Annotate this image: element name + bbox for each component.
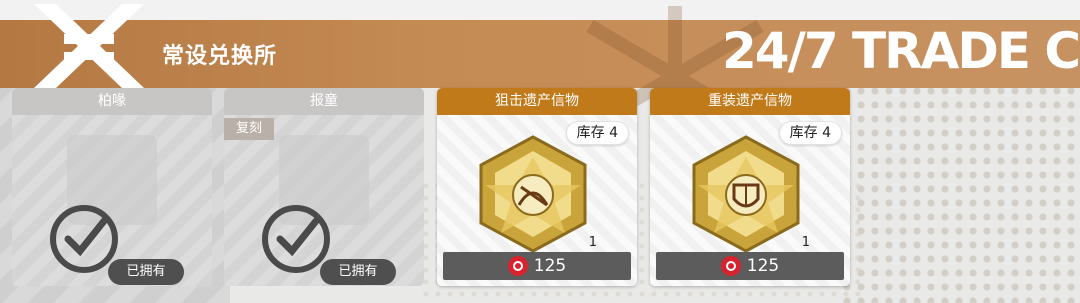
price-value: 125 <box>746 256 780 276</box>
background-dots <box>840 70 1080 303</box>
checkmark-icon <box>50 205 118 273</box>
trade-center-logo-icon <box>34 4 144 88</box>
shop-card-defender-token[interactable]: 重装遗产信物 库存 4 1 125 <box>650 88 850 286</box>
price-button[interactable]: 125 <box>656 252 844 280</box>
certificate-currency-icon <box>507 256 528 276</box>
item-quantity: 1 <box>801 235 810 250</box>
owned-badge: 已拥有 <box>108 259 184 285</box>
shop-card-owned-1[interactable]: 柏喙 已拥有 <box>12 88 212 286</box>
item-quantity: 1 <box>588 235 597 250</box>
shop-card-owned-2[interactable]: 报童 复刻 已拥有 <box>224 88 424 286</box>
owned-badge: 已拥有 <box>320 259 396 285</box>
shop-card-sniper-token[interactable]: 狙击遗产信物 库存 4 1 125 <box>437 88 637 286</box>
card-title: 狙击遗产信物 <box>437 88 637 115</box>
shield-icon <box>692 135 800 253</box>
card-body: 库存 4 1 125 <box>437 115 637 286</box>
card-title: 重装遗产信物 <box>650 88 850 115</box>
banner-large-text: 24/7 TRADE CE <box>722 22 1080 80</box>
price-button[interactable]: 125 <box>443 252 631 280</box>
card-body: 复刻 已拥有 <box>224 115 424 286</box>
banner-top-strip <box>0 0 1080 20</box>
crossbow-icon <box>479 135 587 253</box>
checkmark-icon <box>262 205 330 273</box>
reprint-tag: 复刻 <box>224 118 274 140</box>
card-body: 已拥有 <box>12 115 212 286</box>
page-title: 常设兑换所 <box>162 44 278 69</box>
card-body: 库存 4 1 125 <box>650 115 850 286</box>
card-title: 报童 <box>224 88 424 115</box>
card-title: 柏喙 <box>12 88 212 115</box>
price-value: 125 <box>533 256 567 276</box>
certificate-currency-icon <box>720 256 741 276</box>
